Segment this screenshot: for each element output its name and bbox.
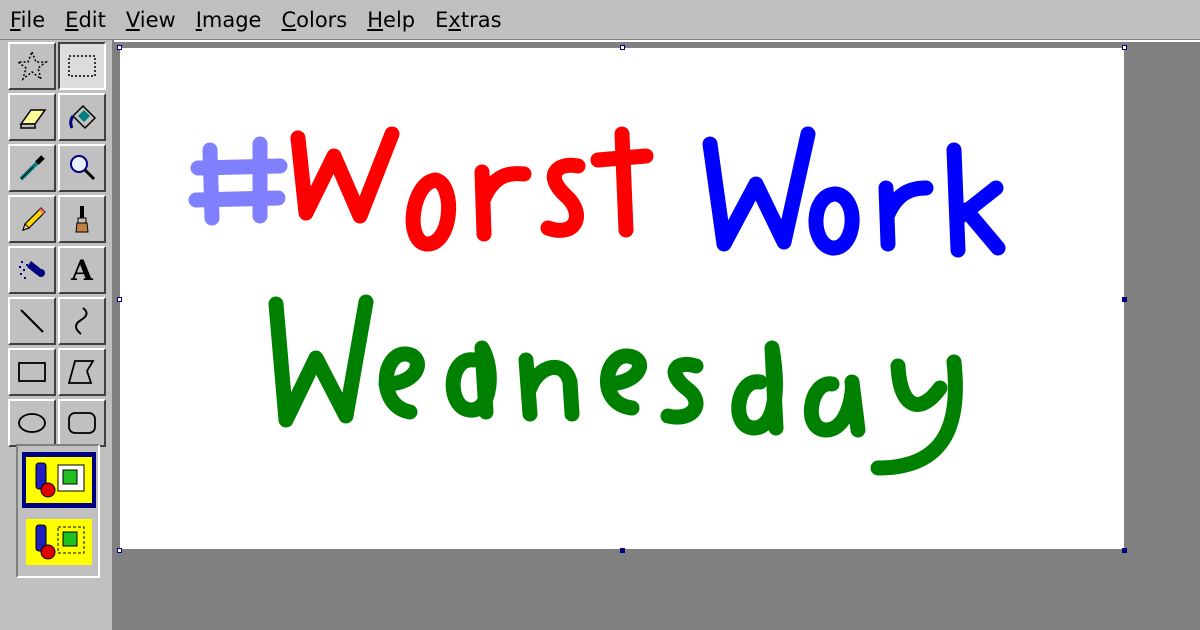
- eyedropper-icon: [19, 155, 45, 181]
- menu-edit[interactable]: Edit: [65, 8, 106, 32]
- line-icon: [20, 309, 44, 333]
- resize-handle-bottom-left: [117, 548, 122, 553]
- work-stroke: [702, 126, 1006, 258]
- menu-file[interactable]: File: [10, 8, 45, 32]
- tool-select[interactable]: [58, 42, 106, 90]
- rectangle-icon: [18, 362, 46, 382]
- text-icon: A: [71, 253, 93, 287]
- polygon-icon: [67, 360, 95, 384]
- resize-handle-bottom[interactable]: [620, 548, 625, 553]
- tool-options-box: [16, 444, 100, 578]
- transparent-selection-icon: [26, 519, 92, 565]
- paint-bucket-icon: [69, 104, 97, 130]
- menu-help[interactable]: Help: [367, 8, 415, 32]
- ellipse-icon: [18, 413, 46, 433]
- tool-eraser[interactable]: [8, 93, 56, 141]
- menu-extras[interactable]: Extras: [435, 8, 501, 32]
- tool-curve[interactable]: [58, 297, 106, 345]
- pencil-icon: [22, 207, 46, 231]
- drawing-canvas[interactable]: [120, 48, 1124, 549]
- eraser-icon: [19, 109, 47, 129]
- hashtag-stroke: [188, 136, 288, 226]
- wednesday-stroke: [268, 294, 963, 476]
- tool-text[interactable]: A: [58, 246, 106, 294]
- tool-grid: A: [8, 42, 106, 448]
- resize-handle-top-right: [1122, 45, 1127, 50]
- brush-icon: [75, 206, 89, 233]
- rounded-rectangle-icon: [68, 412, 96, 434]
- tool-magnifier[interactable]: [58, 144, 106, 192]
- transparent-selection-option[interactable]: [22, 514, 96, 570]
- curve-icon: [75, 307, 88, 335]
- tool-rectangle[interactable]: [8, 348, 56, 396]
- opaque-selection-icon: [26, 457, 92, 503]
- resize-handle-top: [620, 45, 625, 50]
- resize-handle-bottom-right[interactable]: [1122, 548, 1127, 553]
- menu-colors[interactable]: Colors: [281, 8, 347, 32]
- workspace: [114, 42, 1200, 630]
- resize-handle-top-left: [117, 45, 122, 50]
- tool-rounded-rectangle[interactable]: [58, 399, 106, 447]
- paint-window: File Edit View Image Colors Help Extras: [0, 0, 1200, 630]
- menu-view[interactable]: View: [126, 8, 176, 32]
- airbrush-icon: [19, 261, 45, 279]
- worst-stroke: [290, 126, 654, 252]
- tool-pick-color[interactable]: [8, 144, 56, 192]
- star-select-icon: [15, 49, 49, 81]
- tool-pencil[interactable]: [8, 195, 56, 243]
- resize-handle-left: [117, 297, 122, 302]
- resize-handle-right[interactable]: [1122, 297, 1127, 302]
- tool-polygon[interactable]: [58, 348, 106, 396]
- tool-free-form-select[interactable]: [8, 42, 56, 90]
- menu-bar: File Edit View Image Colors Help Extras: [0, 0, 1200, 40]
- magnifier-icon: [70, 155, 96, 181]
- canvas-drawing: [188, 126, 1006, 476]
- tool-brush[interactable]: [58, 195, 106, 243]
- tool-ellipse[interactable]: [8, 399, 56, 447]
- tool-fill[interactable]: [58, 93, 106, 141]
- tool-box: A: [0, 40, 114, 630]
- menu-image[interactable]: Image: [196, 8, 262, 32]
- opaque-selection-option[interactable]: [22, 452, 96, 508]
- tool-line[interactable]: [8, 297, 56, 345]
- rect-select-icon: [68, 55, 96, 77]
- tool-airbrush[interactable]: [8, 246, 56, 294]
